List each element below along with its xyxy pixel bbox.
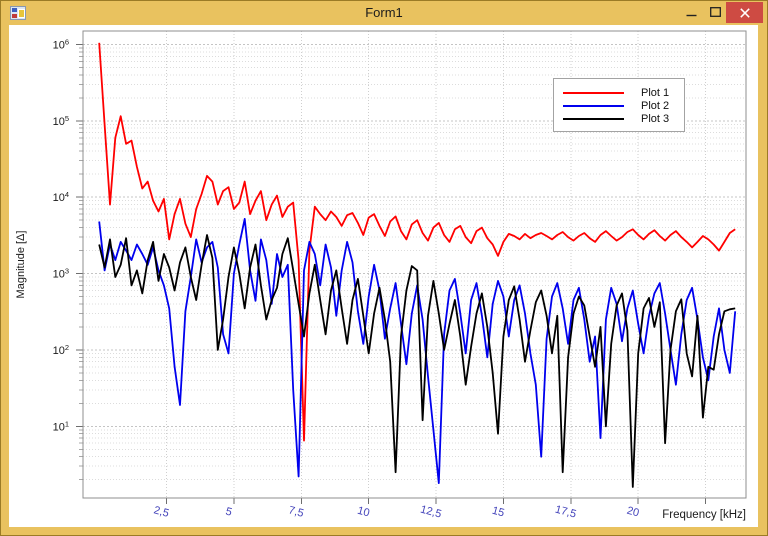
svg-text:5: 5 (224, 506, 233, 519)
svg-text:2,5: 2,5 (152, 504, 170, 520)
minimize-icon (686, 7, 697, 18)
svg-text:102: 102 (53, 343, 69, 357)
legend-item: Plot 1 (554, 86, 684, 99)
svg-text:10: 10 (356, 505, 371, 520)
window-title: Form1 (1, 1, 767, 25)
chart-panel: 101 102 103 104 105 106 2,5 5 7,5 10 12,5 15 17,5 20 F… (9, 25, 758, 527)
legend-swatch (563, 118, 624, 120)
chart-legend: Plot 1 Plot 2 Plot 3 (553, 78, 685, 132)
svg-text:101: 101 (53, 419, 69, 433)
legend-label: Plot 1 (641, 87, 669, 99)
legend-item: Plot 3 (554, 112, 684, 125)
title-bar[interactable]: Form1 (1, 1, 767, 25)
legend-label: Plot 2 (641, 100, 669, 112)
y-axis-title: Magnitude [Δ] (15, 231, 27, 299)
legend-item: Plot 2 (554, 99, 684, 112)
legend-swatch (563, 105, 624, 107)
legend-label: Plot 3 (641, 113, 669, 125)
svg-text:17,5: 17,5 (554, 504, 578, 521)
app-window: Form1 1011021031041051062,557,51012,5151… (0, 0, 768, 536)
svg-text:20: 20 (626, 505, 641, 520)
minimize-button[interactable] (680, 1, 703, 23)
svg-text:106: 106 (53, 37, 69, 51)
svg-text:12,5: 12,5 (419, 504, 443, 521)
svg-text:105: 105 (53, 114, 69, 128)
svg-text:103: 103 (53, 267, 69, 281)
x-axis-title: Frequency [kHz] (662, 509, 746, 521)
svg-text:15: 15 (491, 505, 506, 520)
svg-text:7,5: 7,5 (287, 504, 305, 520)
close-icon (740, 8, 750, 18)
close-button[interactable] (726, 2, 763, 23)
maximize-icon (710, 7, 721, 17)
svg-text:104: 104 (53, 190, 69, 204)
maximize-button[interactable] (704, 1, 727, 23)
legend-swatch (563, 92, 624, 94)
